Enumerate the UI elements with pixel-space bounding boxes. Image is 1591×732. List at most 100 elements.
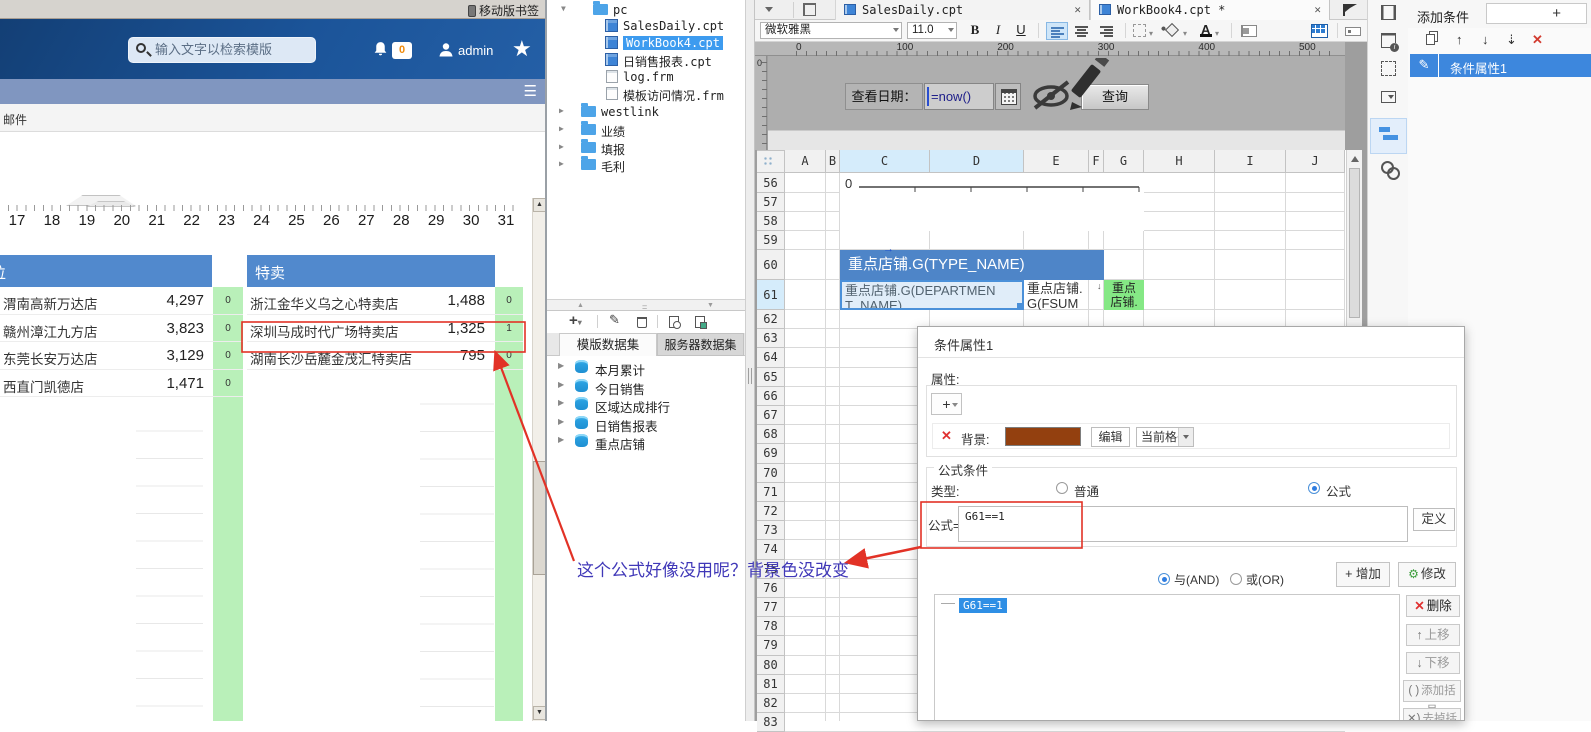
cell-G61-focus-store[interactable]: 重点 店铺. <box>1104 280 1144 310</box>
hamburger-menu-icon[interactable]: ☰ <box>524 82 537 100</box>
condition-attr-icon[interactable] <box>1379 126 1398 145</box>
grid-row-header[interactable]: 80 <box>757 655 785 675</box>
day-number[interactable]: 29 <box>428 212 445 229</box>
textfield-widget-icon[interactable] <box>1345 27 1361 36</box>
calendar-icon[interactable] <box>995 83 1021 110</box>
condition-properties-dialog[interactable]: 条件属性1 属性: + ✕ 背景: 编辑 当前格子 公式条件 类型: 普通 公式… <box>917 326 1465 721</box>
grid-column-header[interactable]: I <box>1215 150 1286 173</box>
add-paren-button[interactable]: ( )添加括号 <box>1403 680 1461 717</box>
param-date-input[interactable]: =now() <box>924 83 994 110</box>
radio-formula-label[interactable]: 公式 <box>1326 481 1351 500</box>
borders-icon[interactable] <box>1133 24 1146 37</box>
expand-arrow-icon[interactable]: ▶ <box>558 435 564 444</box>
tab-workbook4-active[interactable]: WorkBook4.cpt * ✕ <box>1090 0 1330 20</box>
grid-row-header[interactable]: 81 <box>757 674 785 694</box>
close-tab-icon[interactable]: ✕ <box>1314 3 1321 16</box>
grid-row-header[interactable]: 74 <box>757 540 785 560</box>
grid-row-header[interactable]: 58 <box>757 212 785 231</box>
select-all-corner[interactable] <box>757 150 785 173</box>
add-condition-expr-button[interactable]: + 增加 <box>1336 562 1390 587</box>
grid-row-header[interactable]: 70 <box>757 463 785 483</box>
grid-row-header[interactable]: 63 <box>757 329 785 349</box>
define-button[interactable]: 定义 <box>1413 508 1455 531</box>
modify-condition-button[interactable]: ⚙ 修改 <box>1398 562 1456 587</box>
expand-arrow-icon[interactable]: ▶ <box>559 124 564 133</box>
table-row[interactable]: 西直门凯德店 1,471 0 <box>0 370 243 397</box>
grid-row-header[interactable]: 83 <box>757 713 785 732</box>
grid-row-header[interactable]: 78 <box>757 617 785 637</box>
search-input[interactable]: 输入文字以检索模版 <box>128 37 316 63</box>
hyperlink-icon[interactable] <box>1381 161 1400 180</box>
grid-row-header[interactable]: 56 <box>757 173 785 193</box>
grid-row-header[interactable]: 76 <box>757 578 785 598</box>
copy-icon[interactable] <box>1426 34 1435 45</box>
remove-attr-icon[interactable]: ✕ <box>941 428 952 444</box>
day-number[interactable]: 17 <box>9 212 26 229</box>
chevron-down-icon[interactable]: ▾ <box>1183 29 1187 38</box>
tree-folder-fillreport[interactable]: ▶ 填报 <box>559 139 739 157</box>
day-number[interactable]: 24 <box>253 212 270 229</box>
day-number[interactable]: 30 <box>463 212 480 229</box>
grid-row-header[interactable]: 66 <box>757 386 785 406</box>
scrollbar-thumb[interactable] <box>1349 168 1360 318</box>
condition-expression-selected[interactable]: G61==1 <box>959 598 1007 613</box>
notification-badge[interactable]: 0 <box>392 42 412 59</box>
or-label[interactable]: 或(OR) <box>1246 571 1284 588</box>
edit-dataset-icon[interactable]: ✎ <box>609 312 620 328</box>
font-color-icon[interactable]: A <box>1199 22 1213 37</box>
dataset-item[interactable]: ▶ 本月累计 <box>547 358 745 378</box>
grid-column-header[interactable]: G <box>1104 150 1144 173</box>
grid-row-header[interactable]: 65 <box>757 367 785 387</box>
radio-and[interactable] <box>1158 573 1170 585</box>
cell-other-attr-icon[interactable] <box>1381 33 1399 52</box>
tree-file-workbook4-selected[interactable]: WorkBook4.cpt <box>605 34 745 51</box>
tree-folder-pc[interactable]: ▼ pc <box>561 1 741 18</box>
condition-item-selected[interactable]: ✎ 条件属性1 <box>1410 54 1591 77</box>
remove-paren-button[interactable]: ✕)去掉括号 <box>1403 708 1461 720</box>
dataset-item[interactable]: ▶ 区域达成排行 <box>547 395 745 415</box>
table-row[interactable]: 渭南高新万达店 4,297 0 <box>0 287 243 315</box>
formula-input[interactable]: G61==1 <box>958 506 1408 542</box>
new-report-icon[interactable] <box>803 3 816 16</box>
delete-expr-button[interactable]: ✕ 删除 <box>1406 595 1460 617</box>
grid-row-header[interactable]: 69 <box>757 444 785 464</box>
table-row[interactable]: 深圳马成时代广场特卖店 1,325 1 <box>247 315 523 342</box>
add-condition-button[interactable]: + <box>1486 3 1587 24</box>
fill-color-icon[interactable] <box>1164 22 1180 38</box>
panel-splitter-horizontal[interactable]: ▲ = ▼ <box>547 299 745 312</box>
delete-icon[interactable]: ✕ <box>1532 32 1543 48</box>
preview-dataset-icon[interactable] <box>669 316 681 329</box>
day-number[interactable]: 25 <box>288 212 305 229</box>
move-up-icon[interactable]: ↑ <box>1456 32 1463 47</box>
bold-button[interactable]: B <box>965 22 985 39</box>
table-row[interactable]: 东莞长安万达店 3,129 0 <box>0 342 243 370</box>
mobile-bookmark[interactable]: 移动版书签 <box>467 2 539 19</box>
day-number[interactable]: 28 <box>393 212 410 229</box>
move-down-button[interactable]: ↓ 下移 <box>1406 652 1460 674</box>
cell-C60-type-name[interactable]: 重点店铺.G(TYPE_NAME) <box>840 250 1104 280</box>
tree-file-dailysales[interactable]: 日销售报表.cpt <box>605 51 745 69</box>
insert-table-icon[interactable] <box>1311 24 1328 38</box>
day-number[interactable]: 31 <box>498 212 515 229</box>
date-ruler[interactable]: 17 18 19 20 21 22 23 24 25 26 27 28 29 30 31 <box>0 212 545 230</box>
day-number[interactable]: 27 <box>358 212 375 229</box>
grid-row-header[interactable]: 64 <box>757 348 785 368</box>
grid-row-header[interactable]: 77 <box>757 598 785 618</box>
sort-icon[interactable]: ⇣ <box>1506 32 1517 48</box>
background-color-swatch[interactable] <box>1005 427 1081 446</box>
tree-folder-performance[interactable]: ▶ 业绩 <box>559 121 739 139</box>
chevron-down-icon[interactable]: ▾ <box>1149 29 1153 38</box>
grid-row-header[interactable]: 62 <box>757 310 785 330</box>
day-number[interactable]: 22 <box>183 212 200 229</box>
grid-row-header[interactable]: 61 <box>757 280 785 310</box>
font-family-select[interactable]: 微软雅黑 <box>760 22 902 39</box>
delete-dataset-icon[interactable] <box>637 317 647 328</box>
expand-arrow-icon[interactable]: ▶ <box>559 159 564 168</box>
grid-row-header[interactable]: 79 <box>757 636 785 656</box>
move-up-button[interactable]: ↑ 上移 <box>1406 624 1460 646</box>
dataset-item[interactable]: ▶ 今日销售 <box>547 377 745 397</box>
and-label[interactable]: 与(AND) <box>1174 571 1219 588</box>
collapse-down-icon[interactable]: ▼ <box>707 302 714 309</box>
dataset-item[interactable]: ▶ 重点店铺 <box>547 432 745 452</box>
expand-arrow-icon[interactable]: ▶ <box>558 398 564 407</box>
